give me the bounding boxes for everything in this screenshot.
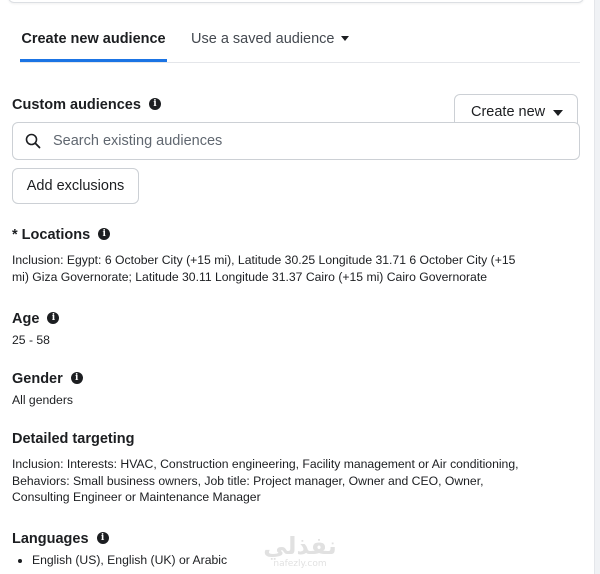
caret-down-icon bbox=[553, 110, 563, 116]
tab-use-saved-audience[interactable]: Use a saved audience bbox=[191, 24, 349, 59]
section-title-text: Gender bbox=[12, 371, 63, 387]
watermark-url: nafezly.com bbox=[273, 559, 327, 569]
inclusion-label: Inclusion: bbox=[12, 253, 64, 267]
list-item: English (US), English (UK) or Arabic bbox=[12, 552, 227, 568]
gender-heading: Gender i bbox=[12, 370, 83, 388]
info-icon[interactable]: i bbox=[96, 532, 109, 545]
audience-panel: Create new audience Use a saved audience… bbox=[0, 0, 600, 574]
section-title-text: Custom audiences bbox=[12, 97, 141, 113]
section-title-text: * Locations bbox=[12, 227, 91, 243]
info-icon[interactable]: i bbox=[148, 98, 161, 111]
watermark-logo: نفذلي bbox=[263, 532, 337, 560]
tab-label: Use a saved audience bbox=[191, 31, 335, 47]
inclusion-label: Inclusion: bbox=[12, 457, 64, 471]
gender-value: All genders bbox=[12, 393, 73, 407]
info-icon[interactable]: i bbox=[47, 312, 60, 325]
section-title-text: Detailed targeting bbox=[12, 431, 135, 447]
locations-summary: Inclusion: Egypt: 6 October City (+15 mi… bbox=[12, 252, 527, 285]
audience-tabs: Create new audience Use a saved audience bbox=[20, 24, 580, 63]
age-heading: Age i bbox=[12, 310, 60, 328]
languages-list: English (US), English (UK) or Arabic bbox=[12, 552, 227, 568]
search-input[interactable] bbox=[53, 129, 553, 153]
custom-audiences-heading: Custom audiences i bbox=[12, 96, 161, 114]
watermark: نفذلي nafezly.com bbox=[258, 533, 342, 573]
tab-label: Create new audience bbox=[21, 31, 166, 47]
age-value: 25 - 58 bbox=[12, 333, 50, 347]
locations-heading: * Locations i bbox=[12, 226, 111, 244]
previous-card-edge bbox=[8, 0, 584, 3]
languages-heading: Languages i bbox=[12, 530, 109, 548]
scrollbar-track[interactable] bbox=[594, 0, 600, 574]
create-new-label: Create new bbox=[471, 104, 546, 120]
add-exclusions-button[interactable]: Add exclusions bbox=[12, 168, 139, 204]
caret-down-icon bbox=[340, 35, 349, 41]
info-icon[interactable]: i bbox=[98, 228, 111, 241]
add-exclusions-label: Add exclusions bbox=[26, 178, 125, 194]
section-title-text: Languages bbox=[12, 531, 89, 547]
detailed-targeting-heading: Detailed targeting bbox=[12, 430, 134, 448]
tab-create-new-audience[interactable]: Create new audience bbox=[20, 24, 167, 62]
detailed-targeting-text: Interests: HVAC, Construction engineerin… bbox=[12, 457, 519, 504]
info-icon[interactable]: i bbox=[70, 372, 83, 385]
locations-inclusion-text: Egypt: 6 October City (+15 mi), Latitude… bbox=[12, 253, 516, 284]
audience-search-box[interactable] bbox=[12, 122, 580, 160]
section-title-text: Age bbox=[12, 311, 40, 327]
detailed-targeting-summary: Inclusion: Interests: HVAC, Construction… bbox=[12, 456, 522, 506]
search-icon bbox=[25, 133, 41, 149]
